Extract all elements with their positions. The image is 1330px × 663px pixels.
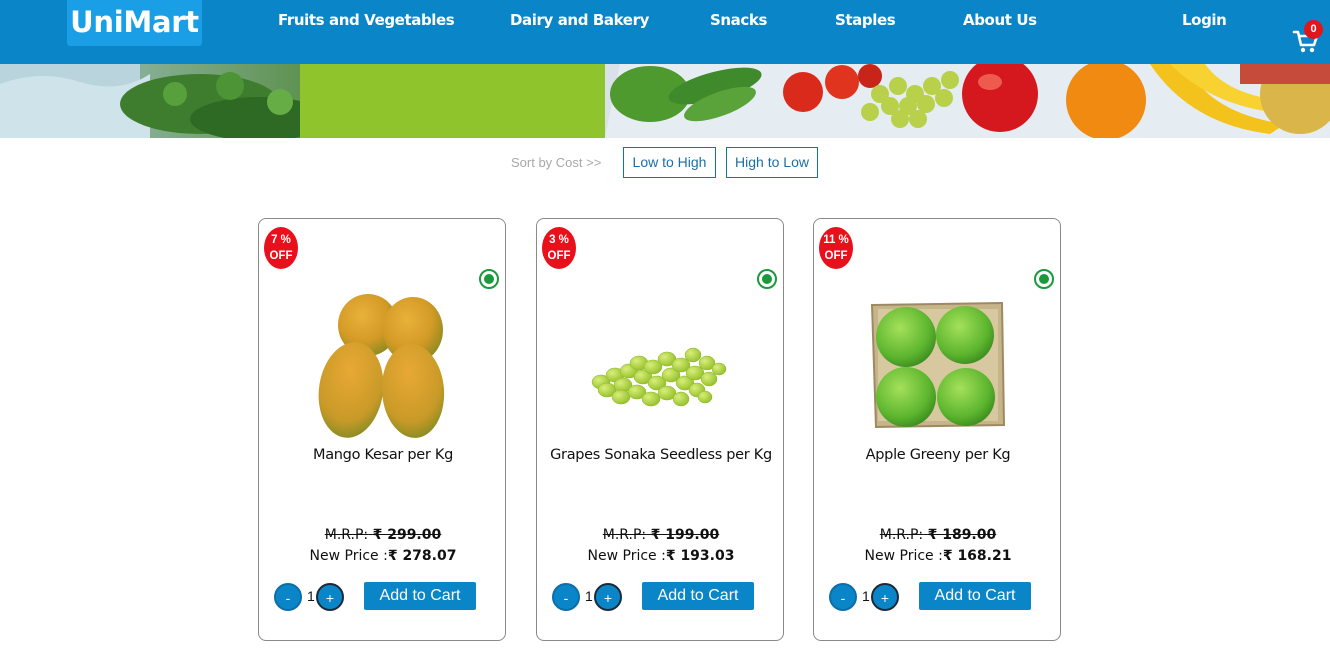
discount-percent: 11 % bbox=[823, 234, 849, 246]
new-price-value: ₹ 193.03 bbox=[665, 548, 735, 564]
nav-about-us[interactable]: About Us bbox=[963, 11, 1037, 29]
product-name[interactable]: Mango Kesar per Kg bbox=[259, 447, 507, 463]
qty-value: 1 bbox=[307, 588, 315, 604]
mrp-price: M.R.P: ₹ 189.00 bbox=[814, 527, 1062, 543]
cart-count-badge: 0 bbox=[1304, 20, 1323, 39]
nav-snacks[interactable]: Snacks bbox=[710, 11, 767, 29]
new-price-label: New Price : bbox=[587, 548, 666, 564]
mrp-value: ₹ 199.00 bbox=[650, 527, 720, 543]
mrp-value: ₹ 189.00 bbox=[927, 527, 997, 543]
sort-low-to-high-button[interactable]: Low to High bbox=[623, 147, 716, 178]
discount-badge: 3 % OFF bbox=[542, 227, 576, 269]
add-to-cart-button[interactable]: Add to Cart bbox=[642, 582, 754, 610]
veg-icon bbox=[479, 269, 499, 289]
add-to-cart-button[interactable]: Add to Cart bbox=[364, 582, 476, 610]
product-card: 11 % OFF Apple Greeny per Kg M.R.P: ₹ 18… bbox=[813, 218, 1061, 641]
sort-label: Sort by Cost >> bbox=[511, 155, 602, 170]
increase-qty-button[interactable]: + bbox=[594, 583, 622, 611]
banner-image bbox=[0, 64, 1330, 138]
new-price: New Price :₹ 193.03 bbox=[537, 548, 785, 564]
product-card: 7 % OFF Mango Kesar per Kg M.R.P: ₹ 299.… bbox=[258, 218, 506, 641]
green-apple-image bbox=[870, 301, 1006, 429]
veg-icon bbox=[1034, 269, 1054, 289]
new-price: New Price :₹ 278.07 bbox=[259, 548, 507, 564]
veg-icon bbox=[757, 269, 777, 289]
add-to-cart-button[interactable]: Add to Cart bbox=[919, 582, 1031, 610]
product-name[interactable]: Apple Greeny per Kg bbox=[814, 447, 1062, 463]
new-price-value: ₹ 168.21 bbox=[942, 548, 1012, 564]
nav-dairy-bakery[interactable]: Dairy and Bakery bbox=[510, 11, 649, 29]
mrp-label: M.R.P: bbox=[324, 527, 369, 543]
mrp-price: M.R.P: ₹ 199.00 bbox=[537, 527, 785, 543]
mrp-price: M.R.P: ₹ 299.00 bbox=[259, 527, 507, 543]
new-price-label: New Price : bbox=[864, 548, 943, 564]
discount-percent: 7 % bbox=[271, 234, 291, 246]
nav-staples[interactable]: Staples bbox=[835, 11, 896, 29]
mrp-label: M.R.P: bbox=[602, 527, 647, 543]
mrp-value: ₹ 299.00 bbox=[372, 527, 442, 543]
nav-fruits-vegetables[interactable]: Fruits and Vegetables bbox=[278, 11, 455, 29]
sort-high-to-low-button[interactable]: High to Low bbox=[726, 147, 818, 178]
login-link[interactable]: Login bbox=[1182, 11, 1227, 29]
qty-value: 1 bbox=[585, 588, 593, 604]
new-price-value: ₹ 278.07 bbox=[387, 548, 457, 564]
discount-percent: 3 % bbox=[549, 234, 569, 246]
mango-image bbox=[318, 294, 445, 438]
discount-off: OFF bbox=[547, 250, 571, 262]
discount-off: OFF bbox=[269, 250, 293, 262]
product-name[interactable]: Grapes Sonaka Seedless per Kg bbox=[537, 447, 785, 463]
hero-banner bbox=[0, 64, 1330, 138]
decrease-qty-button[interactable]: - bbox=[552, 583, 580, 611]
decrease-qty-button[interactable]: - bbox=[274, 583, 302, 611]
new-price: New Price :₹ 168.21 bbox=[814, 548, 1062, 564]
discount-off: OFF bbox=[824, 250, 848, 262]
discount-badge: 7 % OFF bbox=[264, 227, 298, 269]
brand-logo[interactable]: UniMart bbox=[67, 0, 202, 46]
increase-qty-button[interactable]: + bbox=[316, 583, 344, 611]
new-price-label: New Price : bbox=[309, 548, 388, 564]
navbar: UniMart Fruits and Vegetables Dairy and … bbox=[0, 0, 1330, 64]
grapes-image bbox=[591, 347, 727, 407]
increase-qty-button[interactable]: + bbox=[871, 583, 899, 611]
product-card: 3 % OFF Grapes Sonaka Seedless per Kg M.… bbox=[536, 218, 784, 641]
discount-badge: 11 % OFF bbox=[819, 227, 853, 269]
qty-value: 1 bbox=[862, 588, 870, 604]
mrp-label: M.R.P: bbox=[879, 527, 924, 543]
decrease-qty-button[interactable]: - bbox=[829, 583, 857, 611]
